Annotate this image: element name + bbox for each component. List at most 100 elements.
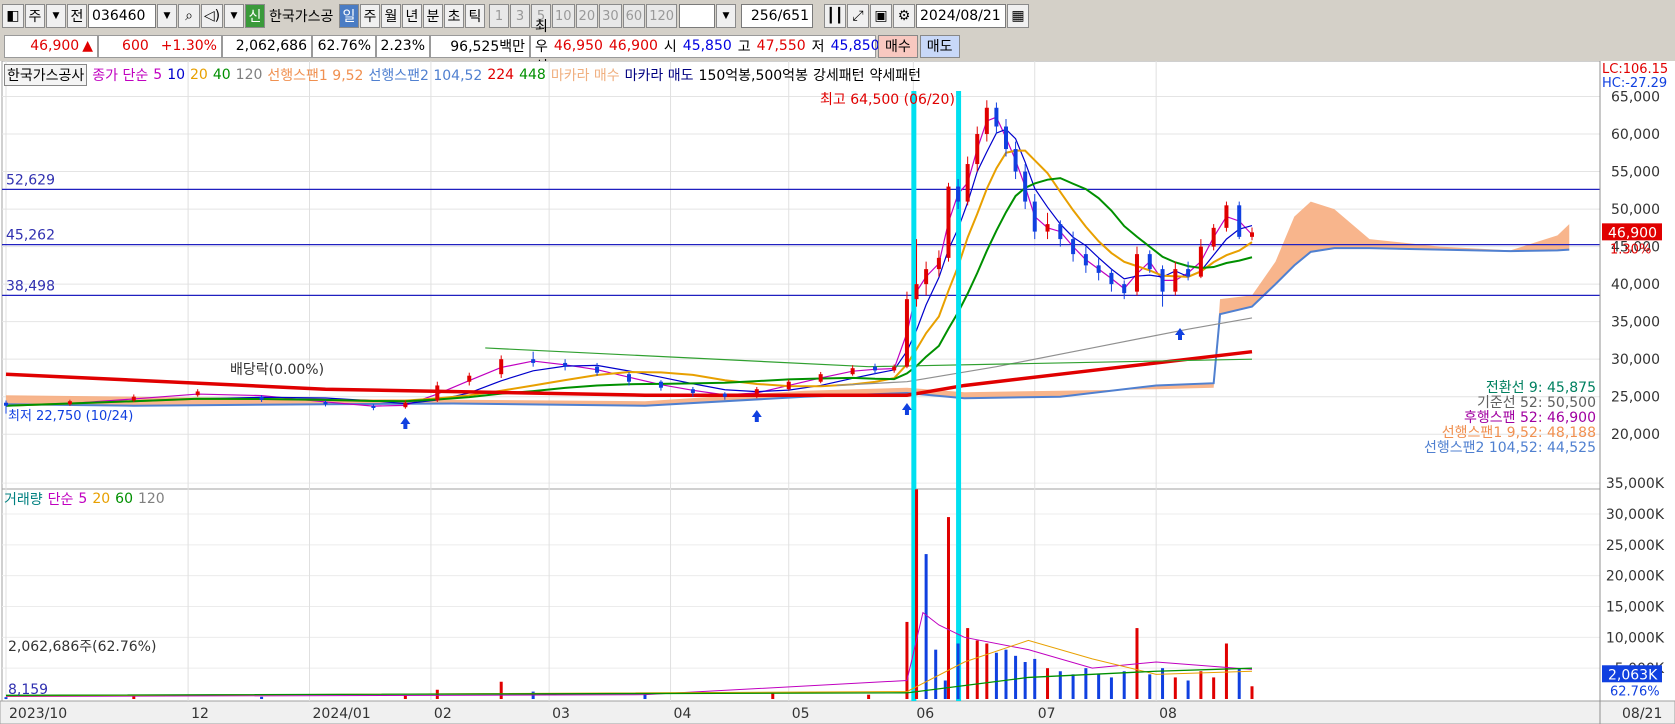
period-tab-6[interactable]: 틱 [465, 4, 485, 28]
legend-item-13[interactable]: 150억봉,500억봉 [699, 65, 808, 85]
dropdown-icon[interactable]: ▼ [46, 4, 66, 28]
candle-body-21 [850, 368, 855, 375]
y-tick-label: 35,000 [1611, 315, 1660, 331]
period-tab-5[interactable]: 초 [444, 4, 464, 28]
period-tab-0[interactable]: 일 [339, 4, 359, 28]
volume-bar-37 [1199, 671, 1203, 699]
x-tick-label: 06 [916, 706, 934, 722]
up-arrow-icon: ▲ [82, 38, 93, 54]
candle-icon[interactable]: ┃┃ [824, 4, 847, 28]
legend-item-12[interactable]: 마카라 매도 [625, 65, 694, 85]
legend-item-11[interactable]: 마카라 매수 [551, 65, 620, 85]
candle-body-28 [946, 186, 951, 258]
interval-button-6[interactable]: 60 [622, 4, 646, 28]
count-total: /651 [777, 8, 810, 24]
count-input[interactable]: 256/651 [741, 4, 814, 28]
speaker-icon[interactable]: ◁) [201, 4, 223, 28]
candle-body-40 [1071, 239, 1076, 255]
calendar-icon[interactable]: ▦ [1007, 4, 1030, 28]
h-line-label-2: 38,498 [6, 278, 55, 294]
interval-button-5[interactable]: 30 [599, 4, 622, 28]
legend-item-1[interactable]: 종가 단순 [92, 65, 148, 85]
new-button[interactable]: 신 [245, 4, 265, 28]
search-icon[interactable]: ⌕ [178, 4, 200, 28]
candle-body-51 [1211, 227, 1216, 247]
candle-body-34 [1003, 126, 1008, 150]
legend-item-6[interactable]: 120 [236, 67, 263, 83]
volume-bar-40 [1237, 668, 1241, 699]
legend-item-0[interactable]: 한국가스공사 [4, 64, 88, 86]
volume-bar-36 [1186, 680, 1190, 699]
volume-legend-item-5[interactable]: 120 [138, 491, 165, 507]
interval-dropdown-icon[interactable]: ▼ [716, 4, 737, 28]
candle-body-19 [786, 381, 791, 390]
legend-item-4[interactable]: 20 [190, 67, 208, 83]
chart-svg[interactable]: 65,00060,00055,00050,00045,00040,00035,0… [0, 60, 1675, 724]
stock-name: 한국가스공 [269, 9, 334, 25]
date-input[interactable]: 2024/08/21 [916, 4, 1007, 28]
legend-item-3[interactable]: 10 [167, 67, 185, 83]
candle-body-18 [754, 389, 759, 397]
volume-legend-item-1[interactable]: 단순 [48, 489, 74, 509]
chart-area[interactable]: 65,000 60,000 55,000 50,000 45,000 40,000 35,0… [0, 60, 1675, 724]
volume-bar-31 [1122, 671, 1126, 699]
candle-body-48 [1173, 269, 1178, 292]
vol-min-label: 8,159 [8, 682, 48, 698]
amount: 96,525백만 [450, 39, 525, 55]
volume-legend-item-3[interactable]: 20 [92, 491, 110, 507]
last-date-label: 08/21 [1622, 706, 1662, 722]
sell-button[interactable]: 매도 [919, 34, 960, 58]
volume-bar-28 [1084, 668, 1088, 699]
volume-bar-5 [499, 681, 503, 699]
speaker-dropdown-icon[interactable]: ▼ [224, 4, 244, 28]
legend-item-9[interactable]: 224 [487, 67, 514, 83]
candle-body-38 [1045, 224, 1050, 232]
code-dropdown-icon[interactable]: ▼ [157, 4, 177, 28]
y-tick-label: 65,000 [1611, 90, 1660, 106]
legend-item-15[interactable]: 약세패턴 [869, 65, 921, 85]
interval-button-1[interactable]: 3 [510, 4, 530, 28]
interval-button-4[interactable]: 20 [575, 4, 599, 28]
legend-item-5[interactable]: 40 [213, 67, 231, 83]
volume-legend-item-4[interactable]: 60 [115, 491, 133, 507]
stock-code-input[interactable]: 036460 [88, 4, 156, 28]
candle-body-0 [4, 402, 8, 406]
candle-body-27 [936, 257, 941, 270]
interval-button-7[interactable]: 120 [646, 4, 678, 28]
candle-body-10 [499, 359, 504, 375]
candle-body-22 [873, 366, 878, 371]
layout-icon[interactable]: ◧ [2, 4, 24, 28]
interval-button-0[interactable]: 1 [489, 4, 509, 28]
gear-icon[interactable]: ⚙ [893, 4, 916, 28]
high-label: 고 [737, 39, 751, 55]
candle-body-9 [467, 375, 472, 382]
legend-item-8[interactable]: 선행스팬2 104,52 [368, 65, 482, 85]
volume-bar-30 [1109, 677, 1113, 699]
y-tick-label: 40,000 [1611, 277, 1660, 293]
buy-button[interactable]: 매수 [878, 34, 918, 58]
period-tab-1[interactable]: 주 [360, 4, 380, 28]
interval-input[interactable] [679, 4, 716, 28]
period-button[interactable]: 주 [25, 4, 45, 28]
price-box: 46,900 ▲ [4, 34, 98, 58]
volume-bar-27 [1071, 674, 1075, 699]
current-pct-label: 1.30% [1610, 242, 1651, 257]
legend-item-10[interactable]: 448 [519, 67, 546, 83]
ichimoku-label-4: 선행스팬2 104,52: 44,525 [1424, 440, 1596, 456]
candle-body-7 [403, 402, 408, 408]
save-icon[interactable]: ▣ [870, 4, 893, 28]
legend-item-14[interactable]: 강세패턴 [813, 65, 865, 85]
vol-tick-label: 30,000K [1606, 507, 1665, 523]
prev-button[interactable]: 전 [67, 4, 87, 28]
volume-bar-11 [915, 489, 919, 699]
volume-legend-item-0[interactable]: 거래량 [4, 489, 43, 509]
period-tab-4[interactable]: 분 [423, 4, 443, 28]
legend-item-2[interactable]: 5 [153, 67, 162, 83]
period-tab-2[interactable]: 월 [381, 4, 401, 28]
interval-button-3[interactable]: 10 [552, 4, 575, 28]
legend-item-7[interactable]: 선행스팬1 9,52 [267, 65, 363, 85]
period-tab-3[interactable]: 년 [402, 4, 422, 28]
line-tool-icon[interactable]: ⤢ [847, 4, 870, 28]
volume-legend-item-2[interactable]: 5 [78, 491, 87, 507]
low-price: 45,850 [830, 38, 880, 54]
